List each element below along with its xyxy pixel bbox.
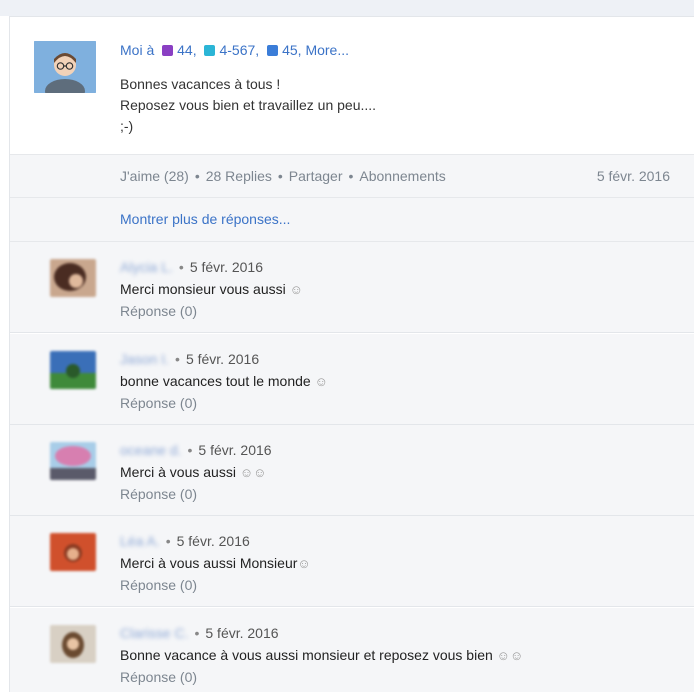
separator: • xyxy=(165,533,171,549)
post-line: ;-) xyxy=(120,118,134,134)
group-color-icon xyxy=(162,45,174,56)
avatar[interactable] xyxy=(50,259,96,297)
reply-item: Alycia L. • 5 févr. 2016 Merci monsieur vo… xyxy=(10,242,694,333)
author-link[interactable]: Moi à xyxy=(120,42,154,58)
reply-item: oceane d. • 5 févr. 2016 Merci à vous auss… xyxy=(10,425,694,516)
reply-button[interactable]: Réponse (0) xyxy=(120,486,197,502)
reply-item: Jason I. • 5 févr. 2016 bonne vacances tou… xyxy=(10,334,694,425)
group-color-icon xyxy=(267,45,279,56)
post-line: Bonnes vacances à tous ! xyxy=(120,76,281,92)
show-more-replies-link[interactable]: Montrer plus de réponses... xyxy=(120,211,290,227)
smiley-icon: ☺ xyxy=(297,556,311,571)
reply-text: Bonne vacance à vous aussi monsieur et r… xyxy=(120,647,493,663)
smiley-icon: ☺ xyxy=(314,374,328,389)
group-link-44[interactable]: 44, xyxy=(162,42,197,58)
separator: • xyxy=(194,168,200,184)
reply-date: 5 févr. 2016 xyxy=(205,625,279,641)
smiley-icon: ☺ xyxy=(289,282,303,297)
replies-link[interactable]: 28 Replies xyxy=(206,168,272,184)
separator: • xyxy=(187,442,193,458)
reply-author[interactable]: Léa A. xyxy=(120,533,160,549)
reply-text: Merci à vous aussi Monsieur xyxy=(120,555,298,571)
separator: • xyxy=(277,168,283,184)
reply-author[interactable]: Clarisse C. xyxy=(120,625,188,641)
reply-author[interactable]: oceane d. xyxy=(120,442,182,458)
smiley-icon: ☺☺ xyxy=(239,465,267,480)
main-post: Moi à 44, 4-567, 45, More... Bonnes vaca… xyxy=(10,16,694,154)
avatar[interactable] xyxy=(50,533,96,571)
reply-button[interactable]: Réponse (0) xyxy=(120,669,197,685)
group-link-45[interactable]: 45, xyxy=(267,42,302,58)
post-date: 5 févr. 2016 xyxy=(596,168,670,184)
reply-text: Merci à vous aussi xyxy=(120,464,236,480)
avatar[interactable] xyxy=(50,625,96,663)
show-more-row: Montrer plus de réponses... xyxy=(10,198,694,242)
group-link-4-567[interactable]: 4-567, xyxy=(204,42,259,58)
reply-date: 5 févr. 2016 xyxy=(176,533,250,549)
reply-date: 5 févr. 2016 xyxy=(198,442,272,458)
smiley-icon: ☺☺ xyxy=(496,648,524,663)
reply-item: Léa A. • 5 févr. 2016 Merci à vous aussi M… xyxy=(10,516,694,607)
like-button[interactable]: J'aime (28) xyxy=(120,168,189,184)
reply-text: Merci monsieur vous aussi xyxy=(120,281,286,297)
top-band xyxy=(0,0,694,16)
comment-thread: Moi à 44, 4-567, 45, More... Bonnes vaca… xyxy=(0,0,694,692)
reply-author[interactable]: Jason I. xyxy=(120,351,169,367)
reply-date: 5 févr. 2016 xyxy=(185,351,260,367)
separator: • xyxy=(194,625,200,641)
avatar[interactable] xyxy=(50,351,96,389)
separator: • xyxy=(178,259,184,275)
reply-author[interactable]: Alycia L. xyxy=(120,259,173,275)
reply-button[interactable]: Réponse (0) xyxy=(120,395,197,411)
reply-date: 5 févr. 2016 xyxy=(189,259,263,275)
reply-item: Clarisse C. • 5 févr. 2016 Bonne vacance à… xyxy=(10,608,694,692)
post-line: Reposez vous bien et travaillez un peu..… xyxy=(120,97,377,113)
separator: • xyxy=(175,351,180,367)
post-recipients: Moi à 44, 4-567, 45, More... xyxy=(120,42,349,58)
more-recipients-link[interactable]: More... xyxy=(305,42,349,58)
avatar[interactable] xyxy=(34,41,96,93)
reply-text: bonne vacances tout le monde xyxy=(120,373,311,389)
subscriptions-button[interactable]: Abonnements xyxy=(359,168,445,184)
share-button[interactable]: Partager xyxy=(289,168,343,184)
post-actions-bar: J'aime (28) • 28 Replies • Partager • Abonneme… xyxy=(10,154,694,198)
avatar[interactable] xyxy=(50,442,96,480)
reply-button[interactable]: Réponse (0) xyxy=(120,303,197,319)
reply-button[interactable]: Réponse (0) xyxy=(120,577,197,593)
separator: • xyxy=(348,168,354,184)
group-color-icon xyxy=(204,45,216,56)
post-body: Bonnes vacances à tous ! Reposez vous bi… xyxy=(120,74,376,137)
